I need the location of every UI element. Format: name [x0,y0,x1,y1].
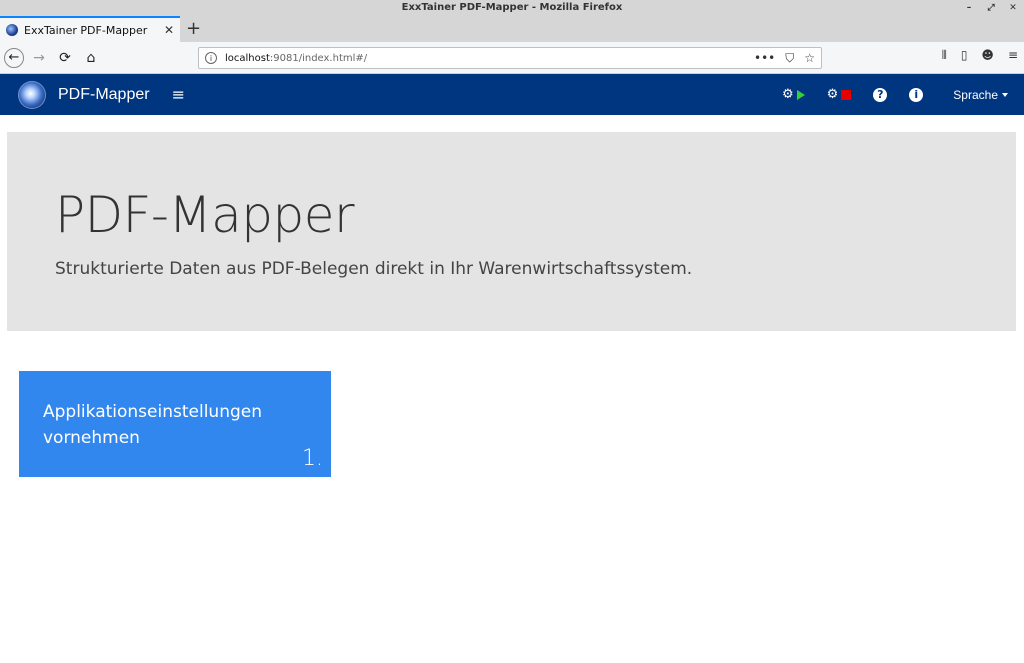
reload-icon[interactable]: ⟳ [54,47,76,69]
gears-icon: ⚙ [826,87,839,102]
browser-toolbar-right: ⫴ ▯ ☻ ≡ [942,48,1018,63]
stop-service-button[interactable]: ⚙ [827,87,852,102]
url-bar[interactable]: i localhost :9081/index.html#/ ••• ⛉ ☆ [198,47,822,69]
stop-icon [841,89,852,100]
question-icon: ? [873,87,888,102]
start-service-button[interactable]: ⚙ [782,87,805,102]
settings-tile[interactable]: Applikationseinstellungen vornehmen 1. [19,371,331,477]
browser-tab[interactable]: ExxTainer PDF-Mapper ✕ [0,16,180,42]
account-icon[interactable]: ☻ [981,48,994,63]
tab-close-icon[interactable]: ✕ [164,23,174,37]
help-button[interactable]: ? [873,87,888,102]
url-path: :9081/index.html#/ [269,52,368,64]
sidebar-icon[interactable]: ▯ [961,48,968,63]
new-tab-button[interactable]: + [186,18,201,40]
tile-label: Applikationseinstellungen vornehmen [43,402,262,448]
caret-down-icon [1002,93,1008,98]
language-label: Sprache [953,87,998,102]
browser-toolbar: ← → ⟳ ⌂ i localhost :9081/index.html#/ •… [0,42,1024,74]
window-titlebar: ExxTainer PDF-Mapper - Mozilla Firefox –… [0,0,1024,16]
window-title: ExxTainer PDF-Mapper - Mozilla Firefox [401,2,623,13]
url-host: localhost [225,52,270,64]
app-brand[interactable]: PDF-Mapper [58,86,150,104]
menu-icon[interactable]: ≡ [1008,48,1018,63]
window-controls: – ⤢ ✕ [964,0,1018,16]
tab-strip: ExxTainer PDF-Mapper ✕ + [0,16,1024,42]
info-icon[interactable]: i [205,52,217,64]
maximize-button[interactable]: ⤢ [986,0,996,16]
library-icon[interactable]: ⫴ [942,48,947,63]
page-subtitle: Strukturierte Daten aus PDF-Belegen dire… [55,259,693,279]
tile-number: 1. [302,446,323,471]
language-dropdown[interactable]: Sprache [953,88,1008,102]
close-window-button[interactable]: ✕ [1008,0,1018,16]
info-button[interactable]: i [909,87,924,102]
forward-icon[interactable]: → [28,47,50,69]
page-title: PDF-Mapper [55,186,355,244]
home-icon[interactable]: ⌂ [80,47,102,69]
info-circle-icon: i [909,87,924,102]
url-actions: ••• ⛉ ☆ [754,51,815,66]
minimize-button[interactable]: – [964,0,974,16]
back-icon[interactable]: ← [4,47,24,68]
pocket-icon[interactable]: ⛉ [785,51,794,66]
app-navbar: PDF-Mapper ≡ ⚙ ⚙ ? i Sprache [0,74,1024,115]
more-icon[interactable]: ••• [754,51,775,66]
app-logo-icon[interactable] [18,80,46,109]
favicon-icon [6,24,18,36]
tab-title: ExxTainer PDF-Mapper [24,23,148,37]
bookmark-icon[interactable]: ☆ [804,51,815,66]
hero-section: PDF-Mapper Strukturierte Daten aus PDF-B… [7,132,1016,331]
hamburger-menu-icon[interactable]: ≡ [172,85,185,104]
gear-icon: ⚙ [781,87,794,102]
play-icon [796,89,805,100]
app-navbar-right: ⚙ ⚙ ? i Sprache [760,87,1008,102]
